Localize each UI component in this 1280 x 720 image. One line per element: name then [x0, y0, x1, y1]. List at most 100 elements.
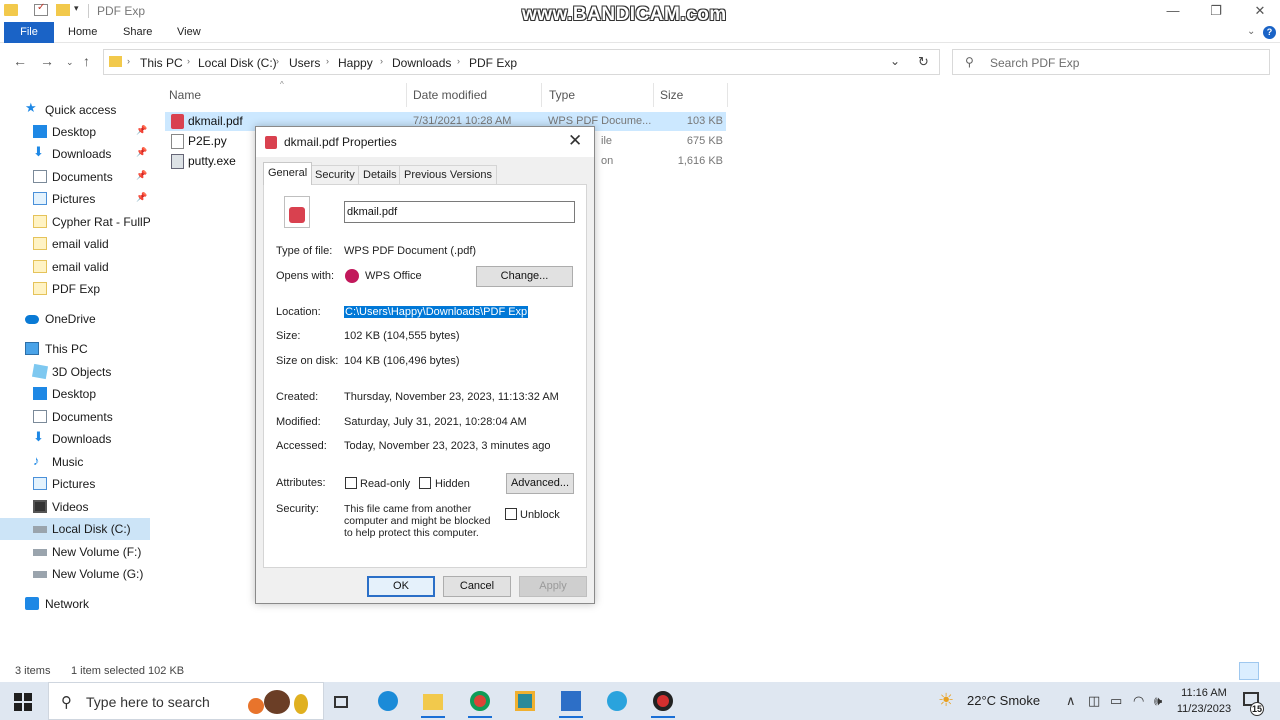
hidden-label[interactable]: Hidden — [435, 478, 470, 490]
large-icons-view-icon[interactable] — [1260, 662, 1280, 680]
refresh-icon[interactable]: ↻ — [918, 54, 929, 70]
column-divider[interactable] — [406, 83, 407, 107]
chrome-browser-icon[interactable] — [458, 688, 502, 718]
breadcrumb-separator-icon[interactable]: › — [187, 56, 190, 66]
nav-quick-pictures[interactable]: Pictures 📌 — [0, 188, 150, 210]
forward-arrow-icon[interactable]: → — [40, 53, 54, 69]
nav-this-pc[interactable]: This PC — [0, 338, 150, 360]
breadcrumb-local-disk[interactable]: Local Disk (C:) — [198, 56, 277, 70]
task-view-icon[interactable] — [318, 688, 362, 718]
breadcrumb-separator-icon[interactable]: › — [326, 56, 329, 66]
network-wifi-icon[interactable]: ◠ — [1133, 693, 1144, 709]
up-arrow-icon[interactable]: ↑ — [83, 53, 90, 69]
column-header-date[interactable]: Date modified — [413, 88, 487, 102]
back-arrow-icon[interactable]: ← — [13, 53, 27, 69]
breadcrumb-separator-icon[interactable]: › — [127, 56, 130, 66]
nav-quick-access[interactable]: ★ Quick access — [0, 99, 150, 121]
nav-quick-email-valid[interactable]: email valid — [0, 233, 150, 255]
edge-browser-icon[interactable] — [366, 688, 410, 718]
restore-button[interactable]: ❐ — [1193, 2, 1239, 20]
column-header-size[interactable]: Size — [660, 88, 683, 102]
address-history-dropdown-icon[interactable]: ⌄ — [890, 54, 900, 68]
location-value[interactable]: C:\Users\Happy\Downloads\PDF Exp — [344, 306, 529, 318]
address-bar[interactable]: › This PC › Local Disk (C:) › Users › Ha… — [103, 49, 940, 75]
close-window-button[interactable]: ✕ — [1237, 2, 1280, 20]
file-explorer-icon[interactable] — [411, 688, 455, 718]
tab-previous-versions[interactable]: Previous Versions — [399, 165, 498, 184]
breadcrumb-happy[interactable]: Happy — [338, 56, 373, 70]
readonly-label[interactable]: Read-only — [360, 478, 410, 490]
hidden-checkbox[interactable] — [419, 477, 431, 489]
breadcrumb-separator-icon[interactable]: › — [380, 56, 383, 66]
expand-ribbon-chevron-icon[interactable]: ⌄ — [1247, 26, 1255, 37]
dialog-titlebar[interactable]: dkmail.pdf Properties ✕ — [256, 127, 594, 157]
nav-new-volume-f[interactable]: New Volume (F:) — [0, 541, 150, 563]
recent-locations-chevron-icon[interactable]: ⌄ — [66, 57, 74, 68]
weather-sun-icon[interactable]: ☀ — [938, 690, 954, 711]
search-input[interactable]: Search PDF Exp — [990, 56, 1079, 70]
nav-new-volume-g[interactable]: New Volume (G:) — [0, 563, 150, 585]
nav-3d-objects[interactable]: 3D Objects — [0, 361, 150, 383]
meet-now-icon[interactable]: ◫ — [1088, 693, 1100, 709]
tab-details[interactable]: Details — [358, 165, 402, 184]
powershell-icon[interactable] — [549, 688, 593, 718]
change-button[interactable]: Change... — [476, 266, 573, 287]
app-window-icon[interactable] — [503, 688, 547, 718]
breadcrumb-this-pc[interactable]: This PC — [140, 56, 183, 70]
nav-quick-desktop[interactable]: Desktop 📌 — [0, 121, 150, 143]
advanced-button[interactable]: Advanced... — [506, 473, 574, 494]
nav-quick-cypher-rat[interactable]: Cypher Rat - FullPa — [0, 211, 150, 233]
details-view-icon[interactable] — [1239, 662, 1259, 680]
help-icon[interactable]: ? — [1263, 26, 1276, 39]
dialog-close-icon[interactable]: ✕ — [568, 131, 582, 151]
column-divider[interactable] — [541, 83, 542, 107]
readonly-checkbox[interactable] — [345, 477, 357, 489]
nav-quick-pdf-exp[interactable]: PDF Exp — [0, 278, 150, 300]
search-highlight-thanksgiving-icon[interactable] — [246, 690, 316, 714]
minimize-button[interactable]: — — [1150, 2, 1196, 20]
search-box[interactable]: ⚲ Search PDF Exp — [952, 49, 1270, 75]
show-hidden-icons-chevron-icon[interactable]: ∧ — [1066, 693, 1076, 709]
tab-share[interactable]: Share — [123, 22, 152, 43]
breadcrumb-downloads[interactable]: Downloads — [392, 56, 451, 70]
system-clock[interactable]: 11:16 AM 11/23/2023 — [1175, 685, 1233, 717]
tab-file[interactable]: File — [4, 22, 54, 43]
tab-home[interactable]: Home — [68, 22, 97, 43]
filename-field[interactable] — [344, 201, 575, 223]
nav-quick-documents[interactable]: Documents 📌 — [0, 166, 150, 188]
nav-desktop[interactable]: Desktop — [0, 383, 150, 405]
nav-quick-downloads[interactable]: ⬇ Downloads 📌 — [0, 143, 150, 165]
tab-security[interactable]: Security — [310, 165, 360, 184]
nav-quick-email-valid-2[interactable]: email valid — [0, 256, 150, 278]
nav-documents[interactable]: Documents — [0, 406, 150, 428]
unblock-label[interactable]: Unblock — [520, 509, 560, 521]
nav-videos[interactable]: Videos — [0, 496, 150, 518]
cancel-button[interactable]: Cancel — [443, 576, 511, 597]
tab-view[interactable]: View — [177, 22, 201, 43]
column-divider[interactable] — [653, 83, 654, 107]
nav-local-disk-c[interactable]: Local Disk (C:) — [0, 518, 150, 540]
bandicam-record-icon[interactable] — [641, 688, 685, 718]
volume-icon[interactable]: 🕪 — [1154, 693, 1162, 709]
column-header-name[interactable]: Name — [169, 88, 201, 102]
customize-quick-access-dropdown-icon[interactable]: ▾ — [74, 3, 79, 14]
breadcrumb-separator-icon[interactable]: › — [276, 56, 279, 66]
apply-button[interactable]: Apply — [519, 576, 587, 597]
column-header-type[interactable]: Type — [549, 88, 575, 102]
battery-icon[interactable]: ▭ — [1110, 693, 1122, 709]
telegram-icon[interactable] — [595, 688, 639, 718]
breadcrumb-pdf-exp[interactable]: PDF Exp — [469, 56, 517, 70]
tab-general[interactable]: General — [263, 162, 313, 185]
weather-status[interactable]: 22°C Smoke — [967, 693, 1040, 708]
breadcrumb-separator-icon[interactable]: › — [457, 56, 460, 66]
column-divider[interactable] — [727, 83, 728, 107]
ok-button[interactable]: OK — [367, 576, 435, 597]
new-folder-quick-access-icon[interactable] — [56, 4, 70, 16]
unblock-checkbox[interactable] — [505, 508, 517, 520]
nav-music[interactable]: ♪ Music — [0, 451, 150, 473]
properties-quick-access-icon[interactable] — [34, 2, 48, 16]
breadcrumb-users[interactable]: Users — [289, 56, 320, 70]
nav-pictures[interactable]: Pictures — [0, 473, 150, 495]
nav-downloads[interactable]: ⬇ Downloads — [0, 428, 150, 450]
nav-onedrive[interactable]: OneDrive — [0, 308, 150, 330]
